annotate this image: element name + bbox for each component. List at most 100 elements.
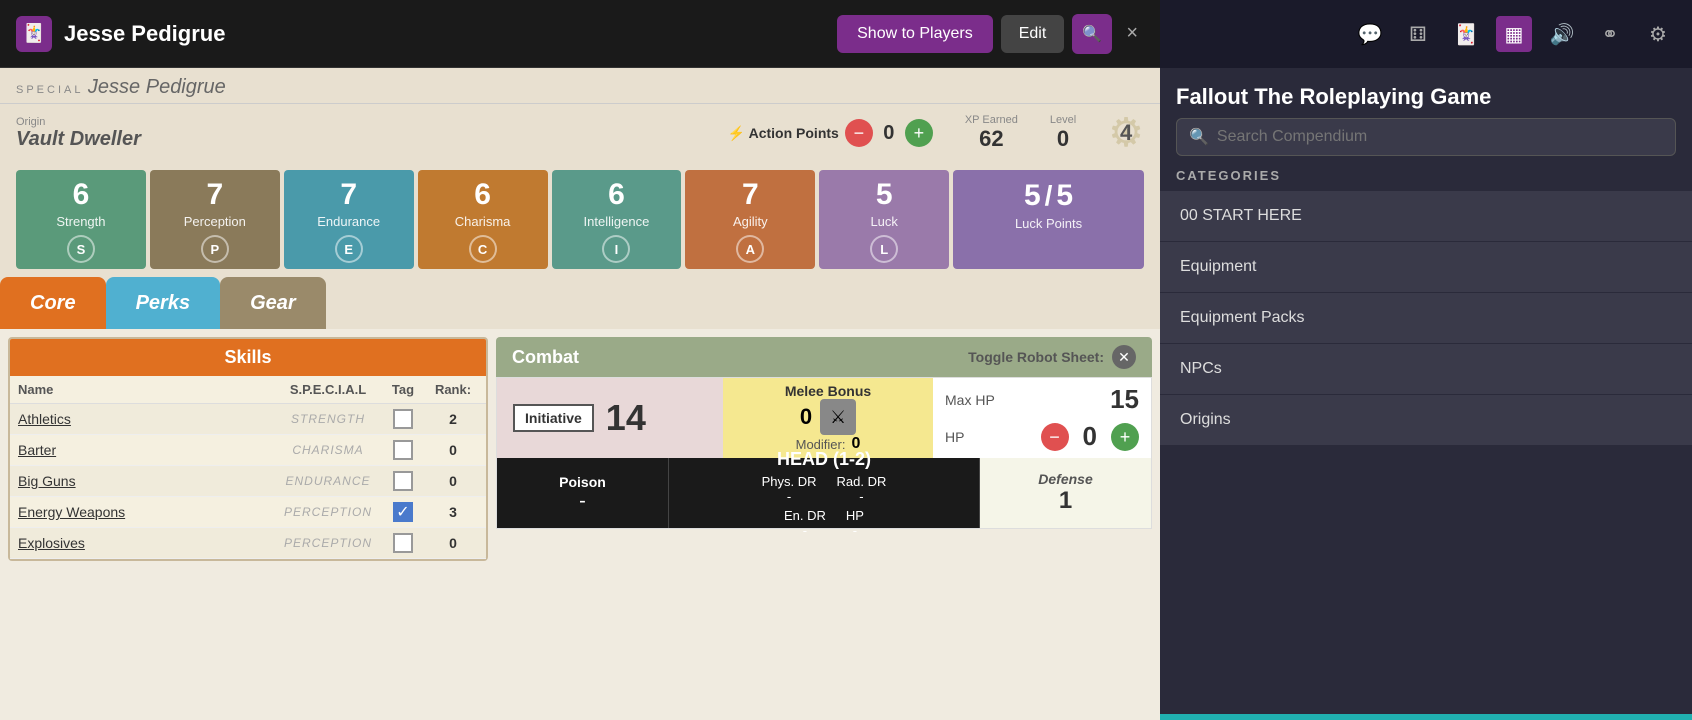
max-hp-value: 15 (1110, 384, 1139, 415)
skill-name-athletics[interactable]: Athletics (18, 411, 278, 427)
category-equipment[interactable]: Equipment (1160, 242, 1692, 293)
skill-name-explosives[interactable]: Explosives (18, 535, 278, 551)
perception-value: 7 (206, 180, 223, 210)
xp-section: XP Earned 62 (965, 114, 1018, 152)
skill-rank-big-guns: 0 (428, 473, 478, 489)
hp-increase-button[interactable]: + (1111, 423, 1139, 451)
skill-rank-explosives: 0 (428, 535, 478, 551)
skill-tag-big-guns (378, 471, 428, 491)
stats-row: Origin Vault Dweller ⚡ Action Points − 0… (0, 104, 1160, 162)
skill-special-explosives: PERCEPTION (278, 536, 378, 550)
skill-special-athletics: STRENGTH (278, 412, 378, 426)
skill-name-energy-weapons[interactable]: Energy Weapons (18, 504, 278, 520)
sound-icon[interactable]: 🔊 (1544, 16, 1580, 52)
luck-points-value2: 5 (1056, 181, 1073, 211)
strength-label: Strength (56, 214, 105, 229)
ap-decrease-button[interactable]: − (845, 119, 873, 147)
tab-perks[interactable]: Perks (106, 277, 221, 329)
poison-row: Poison - HEAD (1-2) Phys. DR - (497, 458, 1151, 528)
skill-checkbox-energy-weapons[interactable]: ✓ (393, 502, 413, 522)
defense-value: 1 (1059, 487, 1072, 515)
tab-gear[interactable]: Gear (220, 277, 326, 329)
skill-rank-athletics: 2 (428, 411, 478, 427)
charisma-badge: C (469, 235, 497, 263)
show-to-players-button[interactable]: Show to Players (837, 15, 993, 53)
category-origins[interactable]: Origins (1160, 395, 1692, 446)
skill-checkbox-barter[interactable] (393, 440, 413, 460)
dice-icon[interactable]: ⚅ (1400, 16, 1436, 52)
hp-section: Max HP 15 HP − 0 + (933, 378, 1151, 458)
toggle-robot-close[interactable]: ✕ (1112, 345, 1136, 369)
xp-label: XP Earned (965, 114, 1018, 126)
character-sheet: 🃏 Jesse Pedigrue Show to Players Edit 🔍 … (0, 0, 1160, 720)
stat-box-luck[interactable]: 5 Luck L (819, 170, 949, 269)
compendium-panel: 💬 ⚅ 🃏 ▦ 🔊 ⚭ ⚙ Fallout The Roleplaying Ga… (1160, 0, 1692, 720)
hp-decrease-button[interactable]: − (1041, 423, 1069, 451)
tab-bar: Core Perks Gear (0, 277, 1160, 329)
poison-value: - (579, 490, 586, 513)
skill-rank-barter: 0 (428, 442, 478, 458)
search-input[interactable] (1217, 128, 1663, 146)
rad-dr: Rad. DR - (837, 474, 887, 504)
level-value: 0 (1057, 126, 1069, 152)
perception-badge: P (201, 235, 229, 263)
stat-box-agility[interactable]: 7 Agility A (685, 170, 815, 269)
melee-bonus-box: Melee Bonus 0 ⚔ Modifier: 0 (723, 378, 933, 458)
luck-badge: L (870, 235, 898, 263)
skill-name-barter[interactable]: Barter (18, 442, 278, 458)
sheet-content: SPECIAL Jesse Pedigrue Origin Vault Dwel… (0, 68, 1160, 720)
skill-checkbox-big-guns[interactable] (393, 471, 413, 491)
skill-checkbox-athletics[interactable] (393, 409, 413, 429)
strength-value: 6 (73, 180, 90, 210)
stat-box-charisma[interactable]: 6 Charisma C (418, 170, 548, 269)
category-npcs[interactable]: NPCs (1160, 344, 1692, 395)
skill-tag-barter (378, 440, 428, 460)
skill-name-big-guns[interactable]: Big Guns (18, 473, 278, 489)
defense-label: Defense (1038, 471, 1092, 487)
hp-value: 0 (1083, 421, 1097, 452)
header-search-button[interactable]: 🔍 (1072, 14, 1112, 54)
initiative-row: Initiative 14 Melee Bonus 0 ⚔ Modifier (497, 378, 1151, 458)
phys-dr: Phys. DR - (762, 474, 817, 504)
close-button[interactable]: × (1120, 16, 1144, 51)
cards-icon[interactable]: 🃏 (1448, 16, 1484, 52)
intelligence-badge: I (602, 235, 630, 263)
bottom-section: Skills Name S.P.E.C.I.A.L Tag Rank: Athl… (0, 329, 1160, 569)
perception-label: Perception (184, 214, 246, 229)
search-box: 🔍 (1176, 118, 1676, 156)
stat-box-strength[interactable]: 6 Strength S (16, 170, 146, 269)
grid-icon[interactable]: ▦ (1496, 16, 1532, 52)
skill-special-barter: CHARISMA (278, 443, 378, 457)
luck-points-label: Luck Points (1015, 216, 1082, 231)
chat-icon[interactable]: 💬 (1352, 16, 1388, 52)
gear-decoration: ⚙ 4 (1108, 110, 1144, 156)
agility-value: 7 (742, 180, 759, 210)
combat-content: Initiative 14 Melee Bonus 0 ⚔ Modifier (496, 377, 1152, 529)
category-equipment-packs[interactable]: Equipment Packs (1160, 293, 1692, 344)
ap-value: 0 (879, 122, 899, 145)
compendium-toolbar: 💬 ⚅ 🃏 ▦ 🔊 ⚭ ⚙ (1160, 0, 1692, 68)
skill-row-barter: Barter CHARISMA 0 (10, 435, 486, 466)
skill-rank-energy-weapons: 3 (428, 504, 478, 520)
stat-box-endurance[interactable]: 7 Endurance E (284, 170, 414, 269)
origin-label: Origin (16, 116, 141, 128)
skill-special-energy-weapons: PERCEPTION (278, 505, 378, 519)
category-start-here[interactable]: 00 START HERE (1160, 191, 1692, 242)
level-label: Level (1050, 114, 1076, 126)
edit-button[interactable]: Edit (1001, 15, 1065, 53)
settings-icon[interactable]: ⚙ (1640, 16, 1676, 52)
initiative-label: Initiative (525, 410, 582, 426)
header-bar: 🃏 Jesse Pedigrue Show to Players Edit 🔍 … (0, 0, 1160, 68)
skills-column-headers: Name S.P.E.C.I.A.L Tag Rank: (10, 376, 486, 404)
skill-row-big-guns: Big Guns ENDURANCE 0 (10, 466, 486, 497)
stat-box-luck-points[interactable]: 5 / 5 Luck Points (953, 170, 1144, 269)
users-icon[interactable]: ⚭ (1592, 16, 1628, 52)
en-dr: En. DR - (784, 508, 826, 538)
skill-row-athletics: Athletics STRENGTH 2 (10, 404, 486, 435)
tab-core[interactable]: Core (0, 277, 106, 329)
skill-checkbox-explosives[interactable] (393, 533, 413, 553)
stat-box-perception[interactable]: 7 Perception P (150, 170, 280, 269)
ap-increase-button[interactable]: + (905, 119, 933, 147)
intelligence-value: 6 (608, 180, 625, 210)
stat-box-intelligence[interactable]: 6 Intelligence I (552, 170, 682, 269)
